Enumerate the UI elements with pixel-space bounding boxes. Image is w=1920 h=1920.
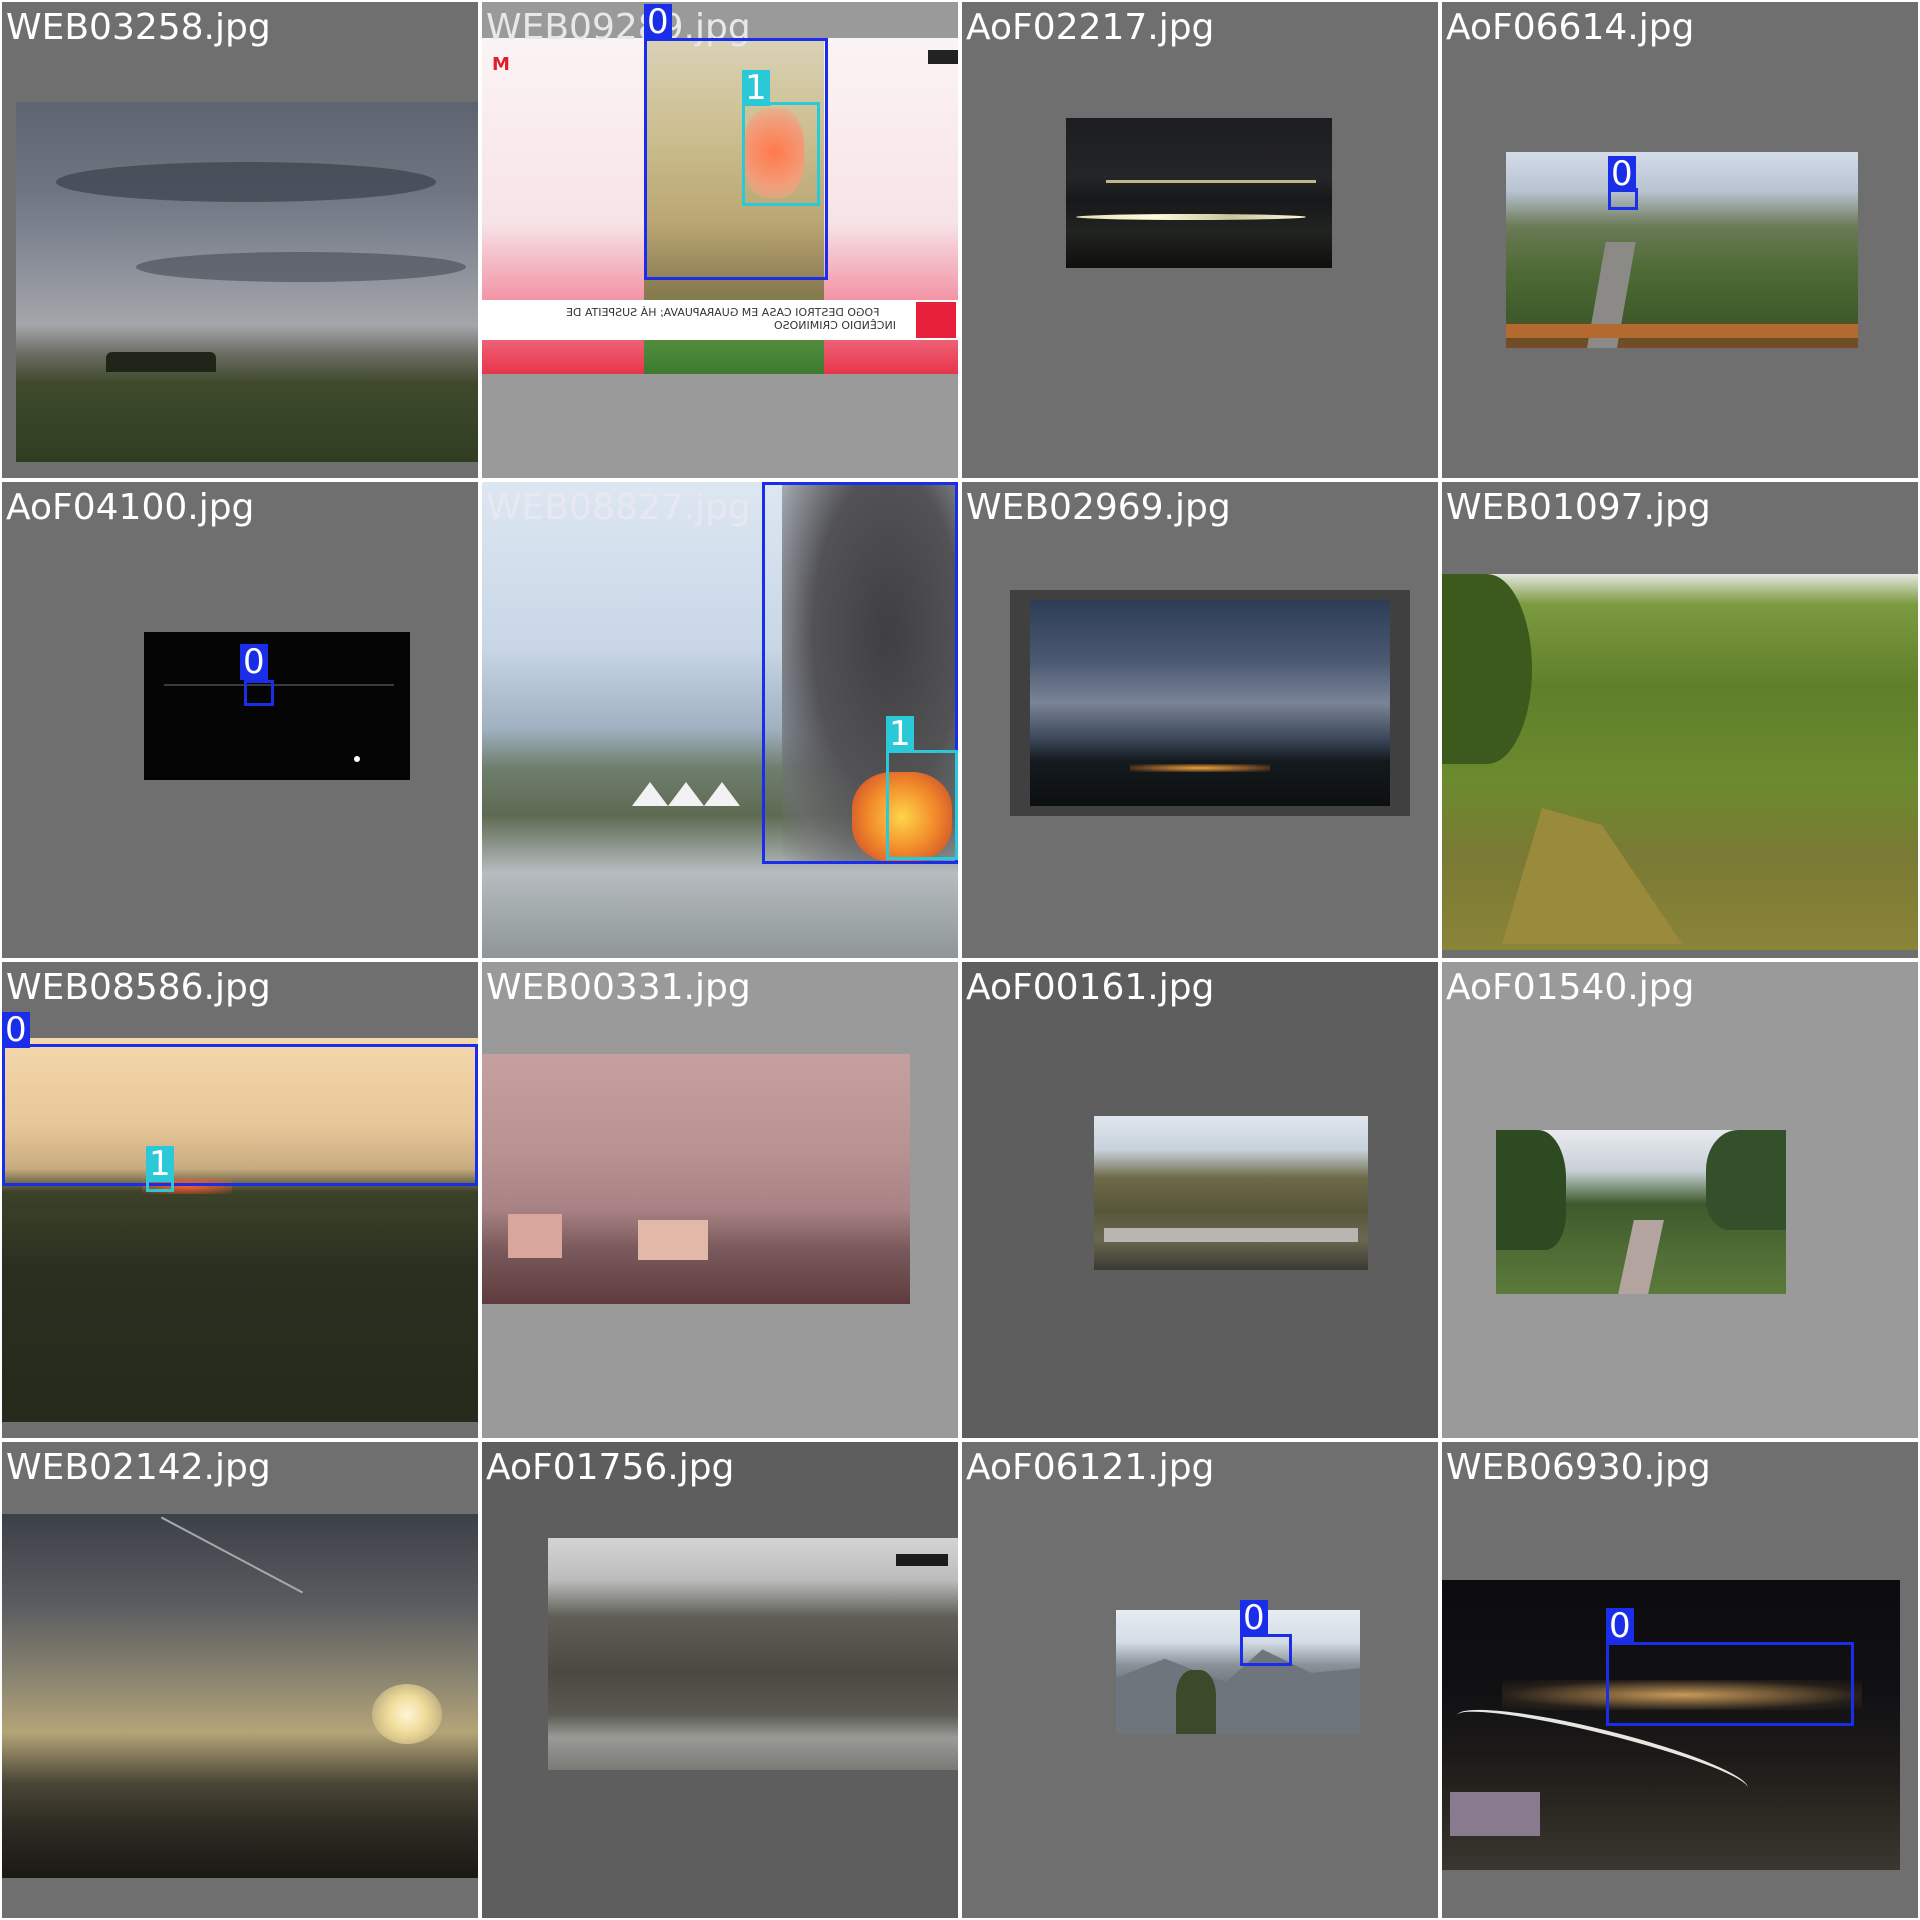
tree-line: [106, 352, 216, 372]
detection-label-class-0: 0: [1606, 1608, 1634, 1644]
tile-aof01756: AoF01756.jpg: [482, 1442, 958, 1918]
detection-box-class-0: [2, 1044, 478, 1186]
building-left: [508, 1214, 562, 1258]
detection-label-class-0: 0: [1240, 1600, 1268, 1636]
tile-aof00161: AoF00161.jpg: [962, 962, 1438, 1438]
shore-lights: [1076, 214, 1306, 220]
filename-label: AoF06121.jpg: [966, 1447, 1215, 1488]
filename-label: WEB01097.jpg: [1446, 487, 1711, 528]
detection-box-class-0: [244, 680, 274, 706]
detection-label-class-0: 0: [644, 4, 672, 40]
tile-web08827: WEB08827.jpg 0 1: [482, 482, 958, 958]
detection-box-class-1: [742, 102, 820, 206]
filename-label: AoF00161.jpg: [966, 967, 1215, 1008]
image-sunset-city: [2, 1514, 478, 1878]
town-lights: [1130, 764, 1270, 772]
filename-label: WEB02142.jpg: [6, 1447, 271, 1488]
bush: [1442, 574, 1532, 764]
image-city-valley: [1506, 152, 1858, 348]
image-night-clouds: [1030, 600, 1390, 806]
camera-label-badge: [896, 1554, 948, 1566]
sun: [372, 1684, 442, 1744]
filename-label: WEB00331.jpg: [486, 967, 751, 1008]
detection-box-class-1: [886, 750, 958, 860]
billboard: [1450, 1792, 1540, 1836]
mosaic-grid: WEB03258.jpg M FOGO DESTROI CASA EM GUAR…: [0, 0, 1920, 1920]
news-headline-line2: INCÊNDIO CRIMINOSO: [774, 319, 897, 332]
far-lights: [1106, 180, 1316, 183]
tile-web02969: WEB02969.jpg: [962, 482, 1438, 958]
filename-label: AoF02217.jpg: [966, 7, 1215, 48]
news-brand-badge: [928, 50, 958, 64]
road: [1618, 1220, 1664, 1294]
detection-label-class-1: 1: [886, 716, 914, 752]
tile-web01097: WEB01097.jpg: [1442, 482, 1918, 958]
contrail: [160, 1516, 304, 1594]
lot-strip: [1104, 1228, 1358, 1242]
detection-label-class-0: 0: [240, 644, 268, 680]
image-cloudy-grassland: [16, 102, 478, 462]
street-light: [354, 756, 360, 762]
tile-aof01540: AoF01540.jpg: [1442, 962, 1918, 1438]
news-channel-badge: [916, 302, 956, 338]
cloud-band: [136, 252, 466, 282]
detection-label-class-0: 0: [2, 1012, 30, 1048]
image-dry-hills: [1094, 1116, 1368, 1270]
image-night-dark: [144, 632, 410, 780]
filename-label: WEB06930.jpg: [1446, 1447, 1711, 1488]
horizon-lights: [164, 684, 394, 686]
filename-label: WEB03258.jpg: [6, 7, 271, 48]
tile-web02142: WEB02142.jpg: [2, 1442, 478, 1918]
tree-right: [1706, 1130, 1786, 1230]
image-grey-hills: [548, 1538, 958, 1770]
tile-aof06614: AoF06614.jpg 0: [1442, 2, 1918, 478]
tile-web08586: WEB08586.jpg 0 1: [2, 962, 478, 1438]
building-right: [638, 1220, 708, 1260]
mountain-ridge: [1116, 1649, 1360, 1734]
foreground-tree: [1176, 1670, 1216, 1734]
detection-box-class-0: [1606, 1642, 1854, 1726]
image-mountain-snow: [1116, 1610, 1360, 1734]
railing: [1506, 324, 1858, 338]
filename-label: WEB08586.jpg: [6, 967, 271, 1008]
image-green-hillside: [1442, 574, 1918, 950]
tile-aof04100: AoF04100.jpg 0: [2, 482, 478, 958]
news-logo-mark: M: [492, 54, 510, 75]
tile-aof06121: AoF06121.jpg 0: [962, 1442, 1438, 1918]
image-night-lakeshore: [1066, 118, 1332, 268]
tree-left: [1496, 1130, 1566, 1250]
filename-label: WEB02969.jpg: [966, 487, 1231, 528]
news-ticker: FOGO DESTROI CASA EM GUARAPUAVA; HÁ SUSP…: [482, 300, 958, 340]
tile-web03258: WEB03258.jpg: [2, 2, 478, 478]
tile-web06930: WEB06930.jpg 0: [1442, 1442, 1918, 1918]
cloud-band: [56, 162, 436, 202]
tent-structures: [632, 782, 752, 806]
detection-box-class-0: [1240, 1634, 1292, 1666]
eroded-slope: [1502, 808, 1682, 944]
news-headline-line1: FOGO DESTROI CASA EM GUARAPUAVA; HÁ SUSP…: [566, 306, 880, 319]
detection-label-class-0: 0: [1608, 156, 1636, 192]
image-park-road: [1496, 1130, 1786, 1294]
detection-label-class-1: 1: [146, 1146, 174, 1182]
image-frame: [1010, 590, 1410, 816]
filename-label: AoF01540.jpg: [1446, 967, 1695, 1008]
tile-web00331: WEB00331.jpg: [482, 962, 958, 1438]
tile-web09289: M FOGO DESTROI CASA EM GUARAPUAVA; HÁ SU…: [482, 2, 958, 478]
filename-label: AoF01756.jpg: [486, 1447, 735, 1488]
filename-label: AoF06614.jpg: [1446, 7, 1695, 48]
filename-label: AoF04100.jpg: [6, 487, 255, 528]
detection-label-class-1: 1: [742, 70, 770, 106]
tile-aof02217: AoF02217.jpg: [962, 2, 1438, 478]
image-pink-haze-buildings: [482, 1054, 910, 1304]
filename-label: WEB08827.jpg: [486, 487, 751, 528]
